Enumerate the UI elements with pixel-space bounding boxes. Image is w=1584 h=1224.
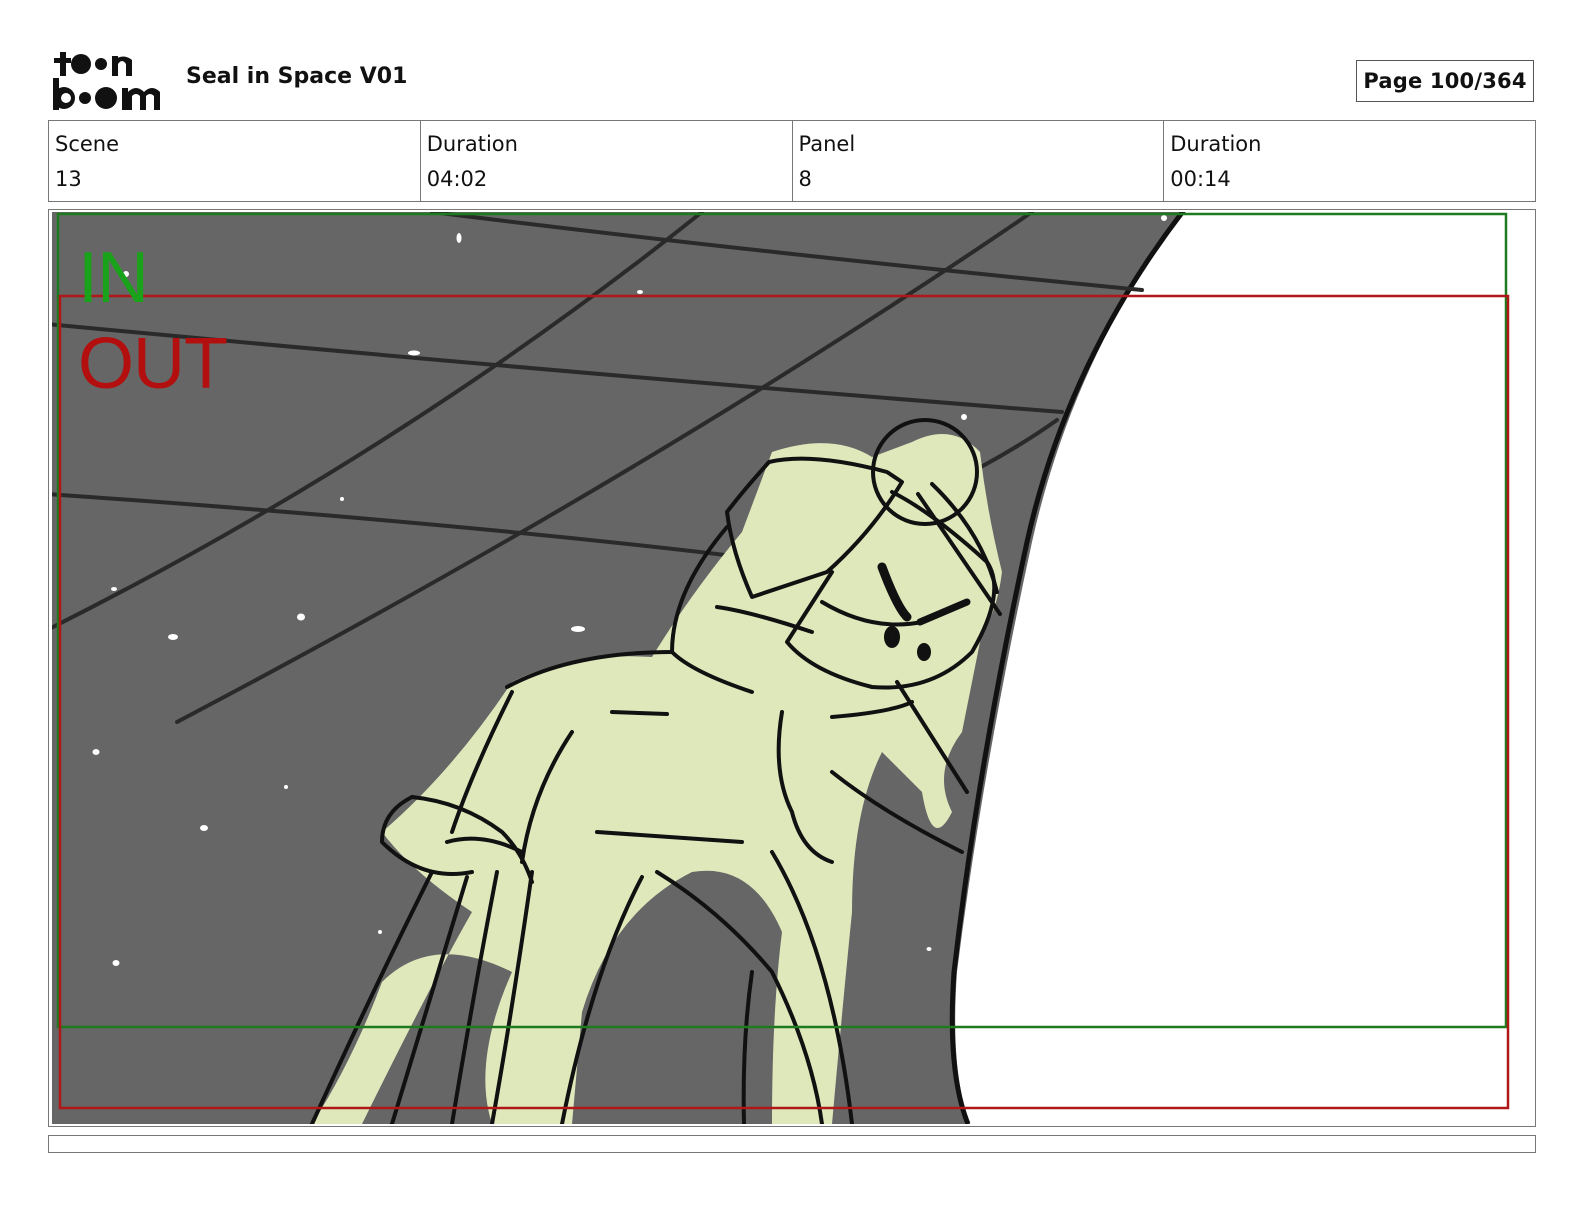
notes-box bbox=[48, 1135, 1536, 1153]
scene-label: Scene bbox=[55, 132, 120, 156]
project-title: Seal in Space V01 bbox=[186, 64, 408, 89]
scene-duration-cell: Duration 04:02 bbox=[421, 121, 793, 201]
scene-value: 13 bbox=[55, 167, 82, 191]
panel-duration-value: 00:14 bbox=[1170, 167, 1231, 191]
panel-duration-cell: Duration 00:14 bbox=[1164, 121, 1535, 201]
toon-boom-logo bbox=[53, 52, 160, 110]
out-frame-label: OUT bbox=[78, 324, 228, 404]
panel-duration-label: Duration bbox=[1170, 132, 1262, 156]
storyboard-panel-image bbox=[52, 212, 1510, 1124]
scene-duration-label: Duration bbox=[426, 132, 518, 156]
info-table: Scene 13 Duration 04:02 Panel 8 Duration… bbox=[48, 120, 1536, 202]
page-indicator: Page 100/364 bbox=[1356, 60, 1534, 102]
panel-value: 8 bbox=[798, 167, 812, 191]
scene-cell: Scene 13 bbox=[49, 121, 421, 201]
in-frame-label: IN bbox=[78, 238, 149, 318]
panel-label: Panel bbox=[798, 132, 856, 156]
scene-duration-value: 04:02 bbox=[426, 167, 488, 191]
panel-cell: Panel 8 bbox=[793, 121, 1165, 201]
